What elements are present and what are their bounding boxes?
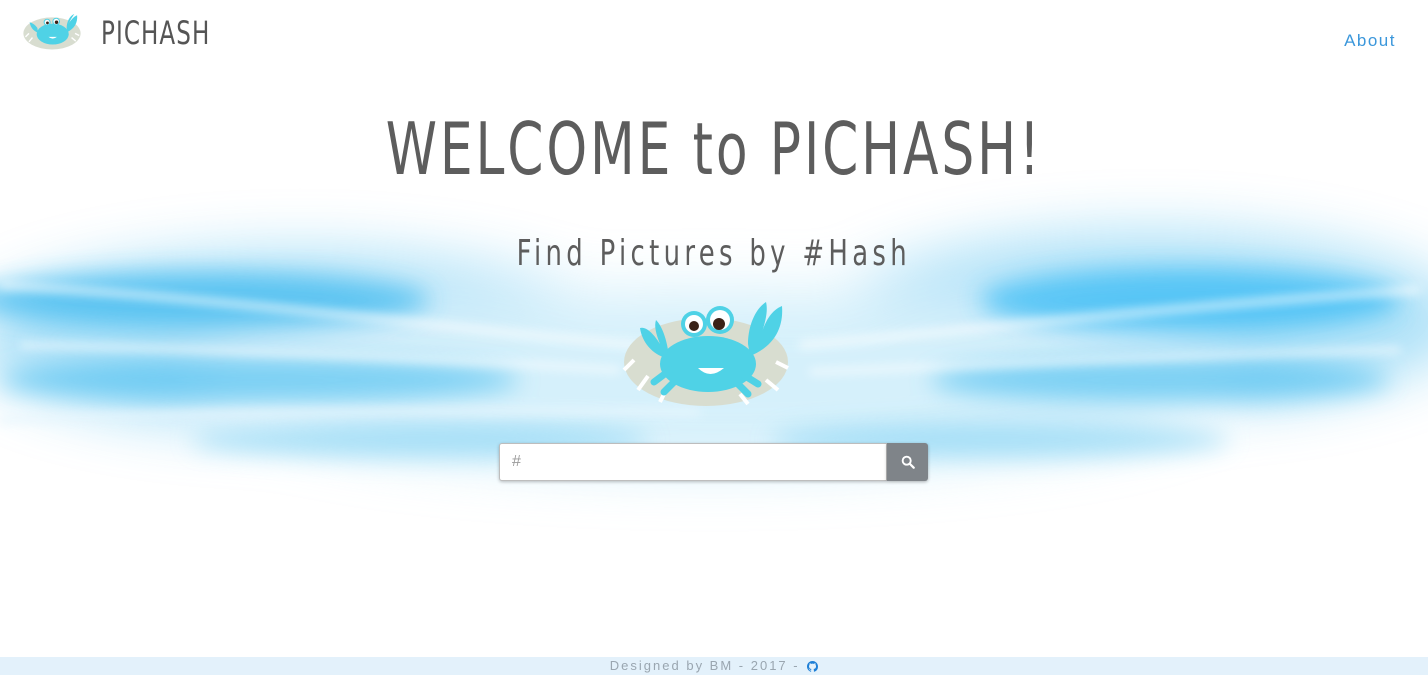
- github-icon: [807, 661, 819, 672]
- search-button[interactable]: [887, 443, 928, 481]
- crab-mascot-icon: [622, 302, 789, 406]
- hero-subtitle: Find Pictures by #Hash: [0, 230, 1428, 278]
- search-icon: [901, 455, 915, 469]
- brand-name[interactable]: PICHASH: [101, 13, 210, 53]
- hero-title-text: WELCOME to PICHASH!: [385, 107, 1043, 191]
- crab-logo-icon: [23, 13, 81, 50]
- nav-about-link[interactable]: About: [1344, 30, 1396, 52]
- footer-credit: Designed by BM - 2017 -: [609, 658, 806, 673]
- hero-title: WELCOME to PICHASH!: [0, 104, 1428, 194]
- footer: Designed by BM - 2017 -: [0, 657, 1428, 675]
- hero-subtitle-text: Find Pictures by #Hash: [516, 233, 912, 274]
- github-link[interactable]: [807, 659, 819, 677]
- hashtag-search-input[interactable]: [499, 443, 887, 481]
- logo[interactable]: [22, 8, 82, 56]
- mascot-crab: [620, 298, 792, 410]
